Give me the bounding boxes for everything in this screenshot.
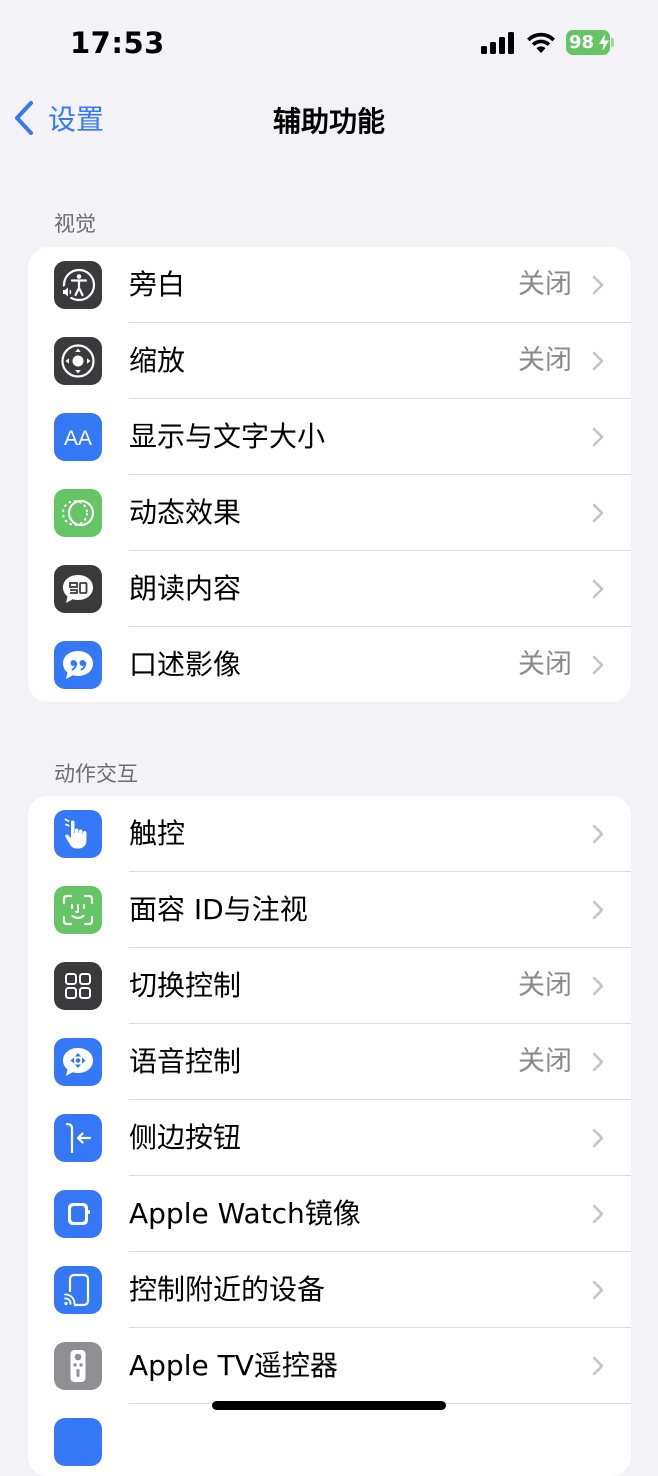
row-side-button[interactable]: 侧边按钮 (28, 1100, 631, 1176)
navigation-bar: 设置 辅助功能 (0, 86, 658, 148)
row-label: Apple TV遥控器 (129, 1349, 338, 1382)
interaction-group: 触控 面容 ID与注视 切换控制 关闭 语音控制 关闭 侧边按钮 Apple W… (28, 796, 631, 1476)
row-voice-control[interactable]: 语音控制 关闭 (28, 1024, 631, 1100)
section-header-vision: 视觉 (54, 212, 96, 236)
row-audio-descriptions[interactable]: 口述影像 关闭 (28, 627, 631, 702)
apple-watch-mirroring-icon (54, 1190, 102, 1238)
home-indicator (212, 1401, 446, 1410)
chevron-right-icon (592, 1280, 604, 1300)
vision-group: 旁白 关闭 缩放 关闭 AA 显示与文字大小 动态效果 朗读内容 口述影像 关闭 (28, 247, 631, 702)
voice-control-icon (54, 1038, 102, 1086)
row-zoom[interactable]: 缩放 关闭 (28, 323, 631, 399)
face-id-icon (54, 886, 102, 934)
page-title: 辅助功能 (272, 105, 385, 138)
partial-icon (54, 1418, 102, 1466)
zoom-icon (54, 337, 102, 385)
chevron-right-icon (592, 1204, 604, 1224)
section-header-interaction: 动作交互 (54, 762, 138, 786)
row-label: 控制附近的设备 (129, 1273, 326, 1306)
charging-bolt-icon (599, 34, 609, 51)
battery-indicator: 98 (566, 30, 614, 56)
motion-icon (54, 489, 102, 537)
text-size-icon: AA (54, 413, 102, 461)
status-bar: 17:53 98 (0, 0, 658, 86)
status-time: 17:53 (70, 26, 165, 60)
row-value: 关闭 (518, 269, 572, 300)
cellular-signal-icon (481, 32, 514, 54)
row-partial-next[interactable] (28, 1404, 631, 1476)
row-label: 切换控制 (129, 969, 242, 1002)
row-touch[interactable]: 触控 (28, 796, 631, 872)
row-label: 侧边按钮 (129, 1121, 242, 1154)
row-voiceover[interactable]: 旁白 关闭 (28, 247, 631, 323)
side-button-icon (54, 1114, 102, 1162)
row-label: Apple Watch镜像 (129, 1197, 361, 1230)
chevron-right-icon (592, 579, 604, 599)
row-spoken-content[interactable]: 朗读内容 (28, 551, 631, 627)
voiceover-icon (54, 261, 102, 309)
row-switch-control[interactable]: 切换控制 关闭 (28, 948, 631, 1024)
chevron-right-icon (592, 1128, 604, 1148)
chevron-right-icon (592, 351, 604, 371)
row-label: 显示与文字大小 (129, 420, 326, 453)
chevron-right-icon (592, 1356, 604, 1376)
chevron-right-icon (592, 900, 604, 920)
row-label: 动态效果 (129, 496, 242, 529)
chevron-right-icon (592, 503, 604, 523)
row-motion[interactable]: 动态效果 (28, 475, 631, 551)
row-value: 关闭 (518, 1046, 572, 1077)
row-apple-watch-mirroring[interactable]: Apple Watch镜像 (28, 1176, 631, 1252)
row-label: 缩放 (129, 344, 186, 377)
wifi-icon (527, 32, 555, 53)
spoken-content-icon (54, 565, 102, 613)
row-label: 面容 ID与注视 (129, 893, 308, 926)
row-face-id-attention[interactable]: 面容 ID与注视 (28, 872, 631, 948)
row-label: 触控 (129, 817, 186, 850)
nearby-devices-icon (54, 1266, 102, 1314)
row-value: 关闭 (518, 970, 572, 1001)
row-display-text-size[interactable]: AA 显示与文字大小 (28, 399, 631, 475)
chevron-right-icon (592, 275, 604, 295)
row-control-nearby-devices[interactable]: 控制附近的设备 (28, 1252, 631, 1328)
chevron-right-icon (592, 1052, 604, 1072)
row-label: 旁白 (129, 268, 186, 301)
row-apple-tv-remote[interactable]: Apple TV遥控器 (28, 1328, 631, 1404)
row-label: 语音控制 (129, 1045, 242, 1078)
row-label: 口述影像 (129, 648, 242, 681)
touch-icon (54, 810, 102, 858)
row-value: 关闭 (518, 345, 572, 376)
battery-cap (611, 38, 614, 47)
audio-description-icon (54, 641, 102, 689)
chevron-right-icon (592, 427, 604, 447)
chevron-right-icon (592, 976, 604, 996)
row-value: 关闭 (518, 649, 572, 680)
svg-text:AA: AA (64, 427, 92, 450)
apple-tv-remote-icon (54, 1342, 102, 1390)
chevron-right-icon (592, 824, 604, 844)
chevron-right-icon (592, 655, 604, 675)
switch-control-icon (54, 962, 102, 1010)
row-label: 朗读内容 (129, 572, 242, 605)
